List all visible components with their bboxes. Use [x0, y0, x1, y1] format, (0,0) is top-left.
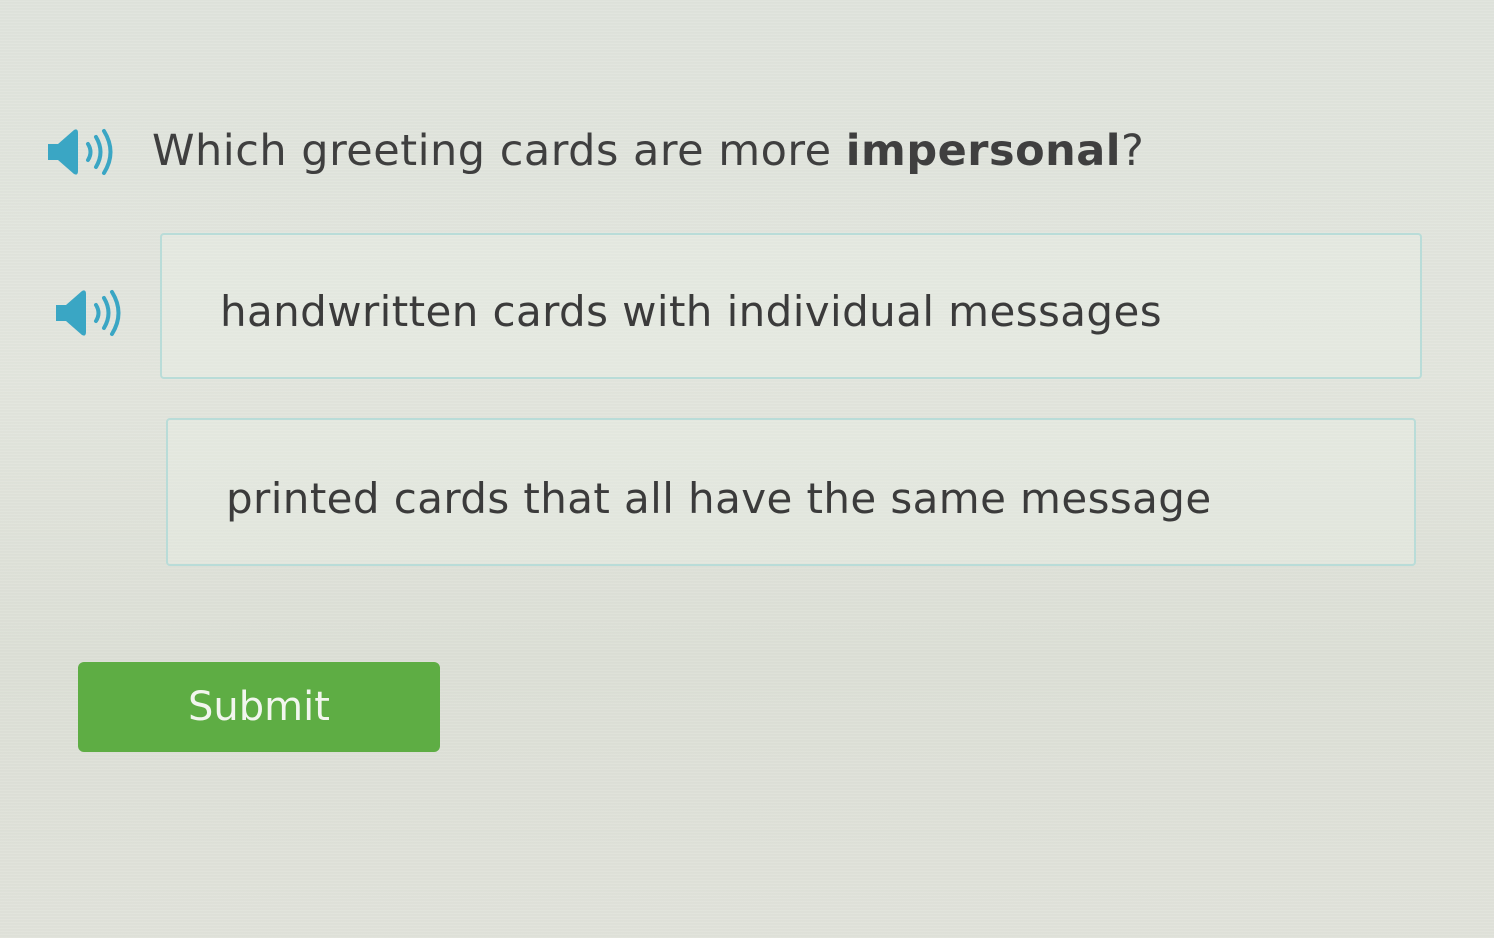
answer-option-printed[interactable]: printed cards that all have the same mes… — [166, 418, 1416, 566]
question-text: Which greeting cards are more impersonal… — [152, 126, 1144, 176]
question-suffix: ? — [1121, 126, 1145, 176]
answer-option-handwritten[interactable]: handwritten cards with individual messag… — [160, 233, 1422, 379]
question-emphasis: impersonal — [845, 126, 1121, 176]
speaker-icon[interactable] — [44, 122, 124, 182]
question-prefix: Which greeting cards are more — [152, 126, 846, 176]
answer-option-label: handwritten cards with individual messag… — [220, 287, 1162, 336]
answer-option-label: printed cards that all have the same mes… — [226, 474, 1212, 523]
speaker-icon[interactable] — [52, 283, 132, 343]
submit-button[interactable]: Submit — [78, 662, 440, 752]
